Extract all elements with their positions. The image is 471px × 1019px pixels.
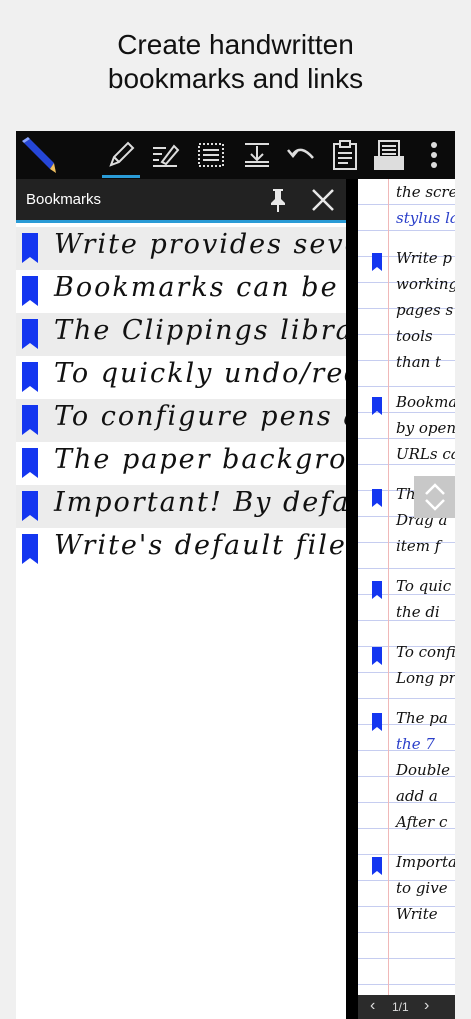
page-bookmark-flag-icon[interactable]: [372, 581, 382, 599]
select-icon[interactable]: [192, 131, 230, 179]
page-bookmark-flag-icon[interactable]: [372, 253, 382, 271]
undo-icon[interactable]: [282, 131, 320, 179]
page-handwriting-line: The pa: [396, 709, 448, 727]
bookmark-item[interactable]: Important! By defau: [16, 485, 346, 528]
page-handwriting-line: To quic: [396, 577, 452, 595]
bookmark-item[interactable]: To configure pens and ch: [16, 399, 346, 442]
bookmark-text: The paper background: [54, 444, 346, 475]
close-icon[interactable]: [310, 187, 336, 218]
bookmarks-panel-header: Bookmarks: [16, 179, 346, 223]
panel-title: Bookmarks: [26, 191, 102, 208]
page-handwriting-line: add a: [396, 787, 438, 805]
page-handwriting-line: Importa: [396, 853, 455, 871]
app-logo-icon[interactable]: [18, 131, 62, 179]
bookmark-flag-icon: [22, 233, 38, 263]
bookmark-item[interactable]: Write provides several t: [16, 227, 346, 270]
page-bookmark-flag-icon[interactable]: [372, 397, 382, 415]
page-handwriting-line: URLs car: [396, 445, 455, 463]
page-handwriting-line: Long pre: [396, 669, 455, 687]
page-bookmark-flag-icon[interactable]: [372, 713, 382, 731]
caption: Create handwritten bookmarks and links: [0, 28, 471, 96]
bookmark-flag-icon: [22, 491, 38, 521]
bookmark-text: Important! By defau: [54, 487, 346, 518]
notebook-page[interactable]: the scree stylus la Write p working pages s t…: [358, 179, 455, 1019]
page-handwriting-line: To confi: [396, 643, 455, 661]
bookmark-text: Write's default file fo: [54, 530, 346, 561]
page-bookmark-flag-icon[interactable]: [372, 857, 382, 875]
page-handwriting-line: the scree: [396, 183, 455, 201]
next-page-button[interactable]: ›: [424, 997, 429, 1015]
bookmark-text: The Clippings library: [54, 315, 346, 346]
page-indicator: 1/1: [392, 1000, 409, 1014]
pen-icon[interactable]: [102, 131, 140, 179]
bookmarks-tray-icon[interactable]: [370, 131, 408, 179]
bookmark-flag-icon: [22, 448, 38, 478]
device-screen: Bookmarks Write provides several t Bookm…: [16, 131, 455, 1019]
active-tool-indicator: [102, 175, 140, 178]
page-navigation-bar: ‹ 1/1 ›: [358, 995, 455, 1019]
page-handwriting-line: item f: [396, 537, 441, 555]
page-handwriting-line: the di: [396, 603, 440, 621]
bookmark-flag-icon: [22, 405, 38, 435]
bookmark-flag-icon: [22, 362, 38, 392]
bookmark-flag-icon: [22, 276, 38, 306]
bookmark-item[interactable]: To quickly undo/redo w: [16, 356, 346, 399]
page-handwriting-line: tools: [396, 327, 433, 345]
insert-space-icon[interactable]: [238, 131, 276, 179]
prev-page-button[interactable]: ‹: [370, 997, 375, 1015]
scroll-handle-icon[interactable]: [414, 476, 455, 518]
bookmark-item[interactable]: Bookmarks can be add: [16, 270, 346, 313]
page-handwriting-line: working: [396, 275, 455, 293]
pin-icon[interactable]: [266, 187, 290, 218]
page-handwriting-line: than t: [396, 353, 442, 371]
bookmark-text: Bookmarks can be add: [54, 272, 346, 303]
page-handwriting-line: After c: [396, 813, 448, 831]
bookmark-text: Write provides several t: [54, 229, 346, 260]
page-handwriting-line: to give: [396, 879, 448, 897]
bookmark-item[interactable]: The Clippings library: [16, 313, 346, 356]
eraser-icon[interactable]: [146, 131, 184, 179]
bookmark-text: To configure pens and ch: [54, 401, 346, 432]
page-bookmark-flag-icon[interactable]: [372, 647, 382, 665]
page-handwriting-line: stylus la: [396, 209, 455, 227]
toolbar: [16, 131, 455, 179]
bookmark-flag-icon: [22, 534, 38, 564]
page-handwriting-line: Double t: [396, 761, 455, 779]
page-margin-line: [388, 179, 389, 1019]
page-bookmark-flag-icon[interactable]: [372, 489, 382, 507]
bookmark-item[interactable]: Write's default file fo: [16, 528, 346, 571]
bookmark-list: Write provides several t Bookmarks can b…: [16, 227, 346, 571]
bookmark-item[interactable]: The paper background: [16, 442, 346, 485]
bookmarks-panel: Bookmarks Write provides several t Bookm…: [16, 179, 346, 1019]
bookmark-flag-icon: [22, 319, 38, 349]
bookmark-text: To quickly undo/redo w: [54, 358, 346, 389]
page-handwriting-line: pages s: [396, 301, 454, 319]
panel-divider[interactable]: [346, 179, 358, 1019]
page-handwriting-line: by openi: [396, 419, 455, 437]
page-handwriting-line: Write: [396, 905, 438, 923]
caption-line-2: bookmarks and links: [107, 63, 364, 94]
page-handwriting-line: Bookmar: [396, 393, 455, 411]
clipboard-icon[interactable]: [326, 131, 364, 179]
more-icon[interactable]: [420, 131, 448, 179]
caption-line-1: Create handwritten: [117, 29, 354, 60]
page-handwriting-line: the 7: [396, 735, 435, 753]
page-handwriting-line: Write p: [396, 249, 452, 267]
